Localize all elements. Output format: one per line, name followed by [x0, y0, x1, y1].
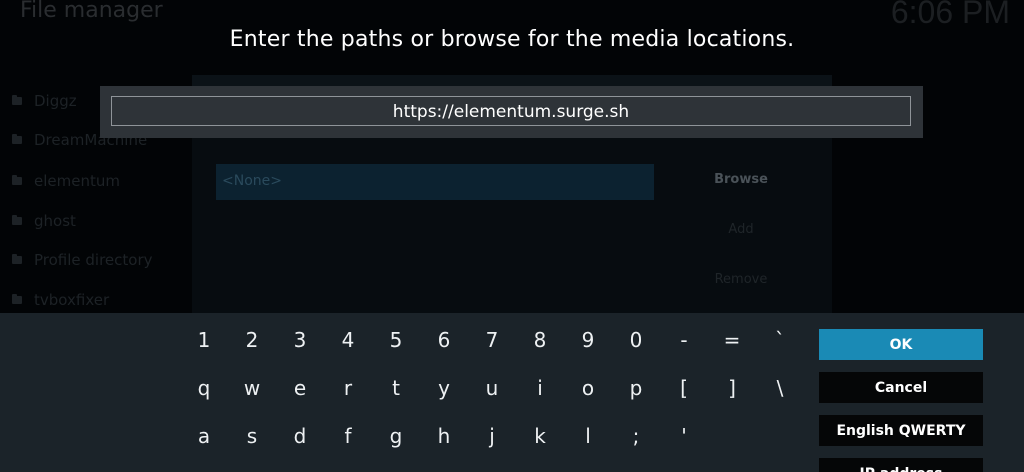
- key-0-0[interactable]: 1: [180, 320, 228, 360]
- virtual-keyboard: 1 2 3 4 5 6 7 8 9 0- = ` q w e r t y u i o p[] \ a s d f g h j k l; ' OK…: [0, 313, 1024, 472]
- remove-button[interactable]: Remove: [700, 272, 782, 287]
- input-panel: https://elementum.surge.sh: [100, 86, 923, 138]
- key-2-2[interactable]: d: [276, 416, 324, 456]
- key-0-12[interactable]: `: [756, 320, 804, 360]
- key-0-7[interactable]: 8: [516, 320, 564, 360]
- key-0-8[interactable]: 9: [564, 320, 612, 360]
- key-2-6[interactable]: j: [468, 416, 516, 456]
- cancel-button[interactable]: Cancel: [819, 372, 983, 403]
- path-list-item[interactable]: <None>: [216, 164, 654, 200]
- folder-icon: [12, 294, 22, 304]
- key-0-5[interactable]: 6: [420, 320, 468, 360]
- folder-icon: [12, 215, 22, 225]
- folder-icon: [12, 95, 22, 105]
- key-2-5[interactable]: h: [420, 416, 468, 456]
- keyboard-heading: Enter the paths or browse for the media …: [229, 27, 795, 52]
- source-label: ghost: [34, 212, 76, 230]
- folder-icon: [12, 254, 22, 264]
- key-1-10[interactable]: [: [660, 368, 708, 408]
- source-item[interactable]: Diggz: [12, 92, 77, 110]
- key-0-6[interactable]: 7: [468, 320, 516, 360]
- source-item[interactable]: tvboxfixer: [12, 291, 109, 309]
- key-0-9[interactable]: 0: [612, 320, 660, 360]
- key-1-2[interactable]: e: [276, 368, 324, 408]
- key-1-8[interactable]: o: [564, 368, 612, 408]
- source-item[interactable]: ghost: [12, 212, 76, 230]
- key-2-3[interactable]: f: [324, 416, 372, 456]
- key-1-7[interactable]: i: [516, 368, 564, 408]
- key-2-7[interactable]: k: [516, 416, 564, 456]
- key-1-0[interactable]: q: [180, 368, 228, 408]
- add-button[interactable]: Add: [700, 222, 782, 237]
- key-1-12[interactable]: \: [756, 368, 804, 408]
- source-item[interactable]: elementum: [12, 172, 120, 190]
- key-2-1[interactable]: s: [228, 416, 276, 456]
- path-input[interactable]: https://elementum.surge.sh: [111, 96, 911, 126]
- layout-button[interactable]: English QWERTY: [819, 415, 983, 446]
- source-item[interactable]: Profile directory: [12, 251, 153, 269]
- source-label: Diggz: [34, 92, 77, 110]
- key-1-11[interactable]: ]: [708, 368, 756, 408]
- key-0-10[interactable]: -: [660, 320, 708, 360]
- key-1-6[interactable]: u: [468, 368, 516, 408]
- key-0-11[interactable]: =: [708, 320, 756, 360]
- ok-button[interactable]: OK: [819, 329, 983, 360]
- source-label: Profile directory: [34, 251, 153, 269]
- screen: File manager 6:06 PM Diggz DreamMachine …: [0, 0, 1024, 472]
- key-2-10[interactable]: ': [660, 416, 708, 456]
- source-label: tvboxfixer: [34, 291, 110, 309]
- ip-address-button[interactable]: IP address: [819, 458, 983, 472]
- key-1-5[interactable]: y: [420, 368, 468, 408]
- browse-button[interactable]: Browse: [700, 172, 782, 187]
- key-2-9[interactable]: ;: [612, 416, 660, 456]
- path-value: <None>: [222, 173, 282, 189]
- folder-icon: [12, 175, 22, 185]
- key-0-4[interactable]: 5: [372, 320, 420, 360]
- key-2-0[interactable]: a: [180, 416, 228, 456]
- key-2-8[interactable]: l: [564, 416, 612, 456]
- key-0-3[interactable]: 4: [324, 320, 372, 360]
- key-0-2[interactable]: 3: [276, 320, 324, 360]
- window-title: File manager: [20, 0, 163, 23]
- key-1-4[interactable]: t: [372, 368, 420, 408]
- key-1-3[interactable]: r: [324, 368, 372, 408]
- key-0-1[interactable]: 2: [228, 320, 276, 360]
- key-1-1[interactable]: w: [228, 368, 276, 408]
- source-label: elementum: [34, 172, 120, 190]
- folder-icon: [12, 134, 22, 144]
- key-1-9[interactable]: p: [612, 368, 660, 408]
- key-2-4[interactable]: g: [372, 416, 420, 456]
